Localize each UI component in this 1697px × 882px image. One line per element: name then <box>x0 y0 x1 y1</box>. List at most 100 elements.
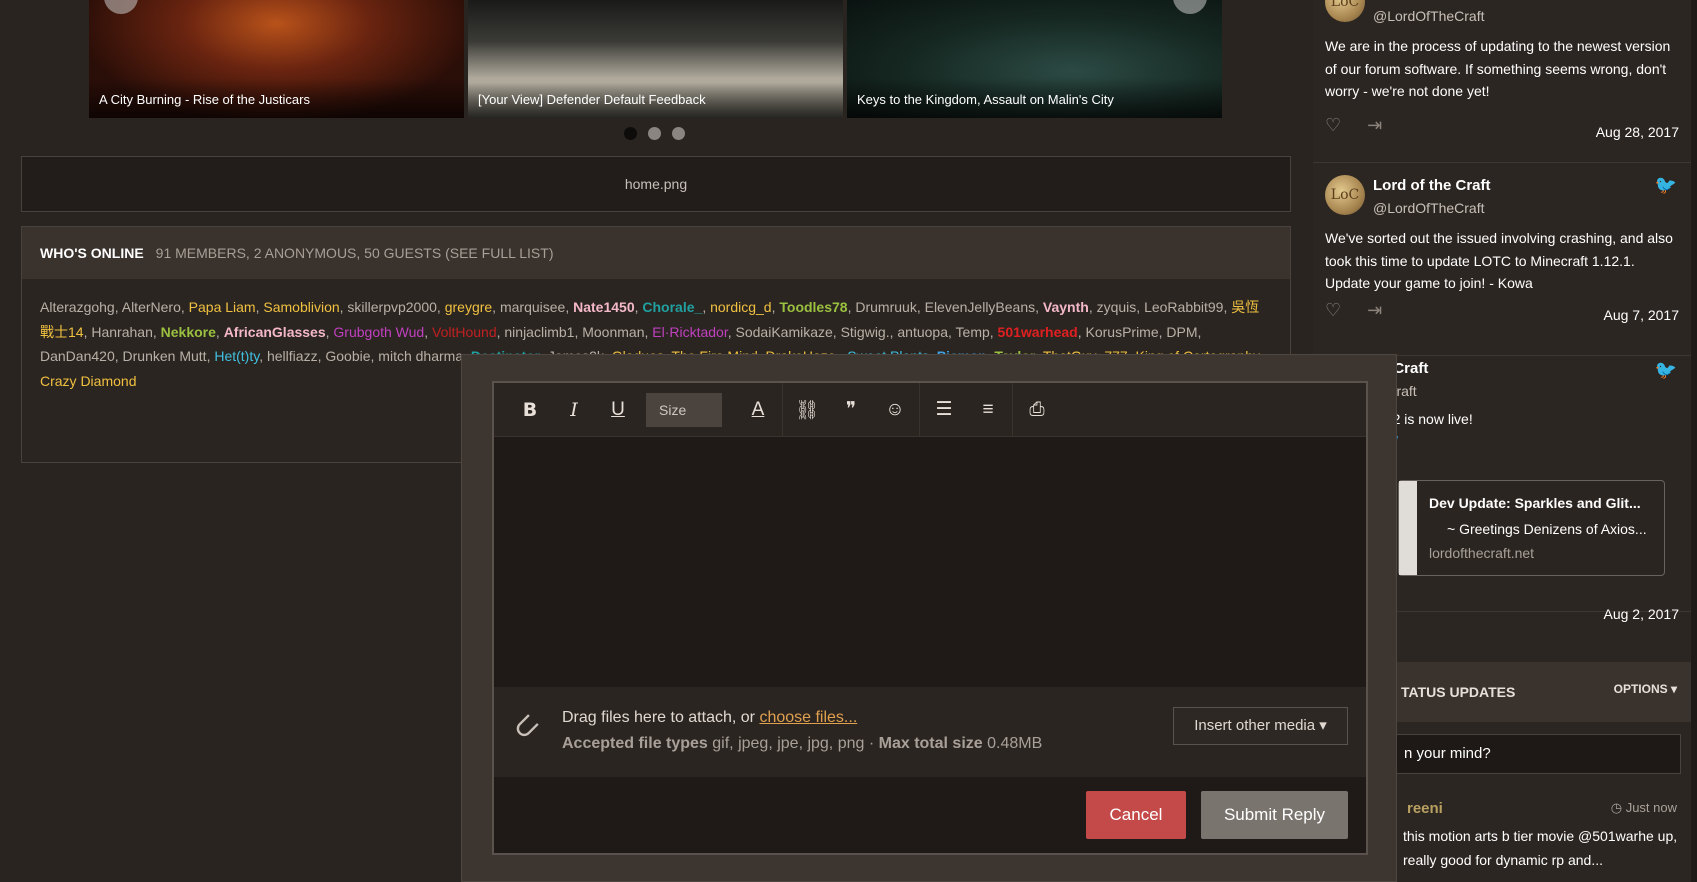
status-text: this motion arts b tier movie @501warhe … <box>1403 828 1678 868</box>
member-link[interactable]: ninjaclimb1 <box>504 324 574 340</box>
bold-button[interactable]: B <box>508 399 552 421</box>
carousel-slide[interactable]: Keys to the Kingdom, Assault on Malin's … <box>847 0 1222 118</box>
share-icon[interactable]: ⇥ <box>1367 300 1382 321</box>
twitter-bird-icon[interactable]: 🐦 <box>1655 360 1677 381</box>
link-icon[interactable]: ⛓ <box>785 398 829 422</box>
member-link[interactable]: Alterazgohg <box>40 299 115 315</box>
member-link[interactable]: Drunken Mutt <box>123 348 207 364</box>
editor-footer: Cancel Submit Reply <box>494 777 1366 847</box>
member-separator: , <box>989 323 998 340</box>
max-size-value: 0.48MB <box>987 735 1043 752</box>
member-link[interactable]: Moonman <box>582 324 644 340</box>
text-color-button[interactable]: A <box>736 399 780 421</box>
italic-button[interactable]: I <box>552 399 596 421</box>
tweet-date[interactable]: Aug 28, 2017 <box>1596 124 1679 140</box>
tweet-date[interactable]: Aug 2, 2017 <box>1603 606 1679 622</box>
member-separator: , <box>727 323 736 340</box>
member-link[interactable]: Papa Liam <box>189 299 256 315</box>
member-link[interactable]: marquisee <box>500 299 565 315</box>
message-textarea[interactable] <box>494 437 1366 687</box>
member-link[interactable]: zyquis <box>1097 299 1137 315</box>
slide-caption: Keys to the Kingdom, Assault on Malin's … <box>847 78 1222 118</box>
carousel-dot[interactable] <box>624 127 637 140</box>
member-link[interactable]: Goobie <box>325 348 370 364</box>
member-link[interactable]: nordicg_d <box>710 299 772 315</box>
member-link[interactable]: Samoblivion <box>263 299 339 315</box>
cancel-button[interactable]: Cancel <box>1086 791 1186 839</box>
member-link[interactable]: Crazy Diamond <box>40 373 136 389</box>
numbered-list-icon[interactable]: ≡ <box>966 399 1010 421</box>
link-preview-card[interactable]: Dev Update: Sparkles and Glit... ~ Greet… <box>1398 480 1665 576</box>
quote-icon[interactable]: ❞ <box>829 398 873 421</box>
insert-media-button[interactable]: Insert other media ▾ <box>1173 707 1348 745</box>
member-link[interactable]: VoltHound <box>432 324 497 340</box>
tweet-handle[interactable]: @LordOfTheCraft <box>1373 200 1484 216</box>
member-link[interactable]: ElevenJellyBeans <box>925 299 1036 315</box>
member-link[interactable]: LeoRabbit99 <box>1144 299 1223 315</box>
member-link[interactable]: Chorale_ <box>642 299 702 315</box>
image-filename-box: home.png <box>21 156 1291 212</box>
scroll-edge <box>1691 0 1697 882</box>
accepted-types: gif, jpeg, jpe, jpg, png <box>712 735 865 752</box>
slide-caption: A City Burning - Rise of the Justicars <box>89 78 464 118</box>
member-separator: , <box>1077 323 1086 340</box>
carousel-dot[interactable] <box>648 127 661 140</box>
tweet-handle[interactable]: @LordOfTheCraft <box>1373 8 1484 24</box>
tweet-text: We are in the process of updating to the… <box>1325 38 1671 99</box>
member-link[interactable]: SodaiKamikaze <box>736 324 833 340</box>
bullet-list-icon[interactable]: ☰ <box>922 398 966 421</box>
member-link[interactable]: hellfiazz <box>267 348 318 364</box>
member-link[interactable]: DPM <box>1166 324 1197 340</box>
avatar[interactable]: LoC <box>1325 0 1365 22</box>
member-link[interactable]: Grubgoth Wud <box>333 324 424 340</box>
tweet-date[interactable]: Aug 7, 2017 <box>1603 307 1679 323</box>
member-link[interactable]: AfricanGlasses <box>224 324 326 340</box>
share-icon[interactable]: ⇥ <box>1367 115 1382 136</box>
member-link[interactable]: Temp <box>956 324 990 340</box>
underline-button[interactable]: U <box>596 399 640 421</box>
member-separator: , <box>492 299 500 315</box>
preview-icon[interactable]: ⎙ <box>1015 399 1059 421</box>
member-link[interactable]: greygre <box>445 299 492 315</box>
font-size-select[interactable]: Size <box>646 392 722 427</box>
member-link[interactable]: Hanrahan <box>91 324 153 340</box>
member-link[interactable]: 501warhead <box>998 324 1078 340</box>
member-link[interactable]: Het(t)ty <box>214 348 259 364</box>
member-link[interactable]: Drumruuk <box>855 299 916 315</box>
member-link[interactable]: El·Ricktador <box>652 324 727 340</box>
member-link[interactable]: mitch dharma <box>378 348 463 364</box>
member-link[interactable]: skillerpvp2000 <box>347 299 437 315</box>
attach-text: Drag files here to attach, or <box>562 709 760 726</box>
avatar[interactable]: LoC <box>1325 175 1365 215</box>
attach-limits: Accepted file types gif, jpeg, jpe, jpg,… <box>562 735 1042 753</box>
tweet-author[interactable]: Lord of the Craft <box>1373 177 1491 194</box>
member-link[interactable]: Vaynth <box>1043 299 1089 315</box>
carousel-dot[interactable] <box>672 127 685 140</box>
whos-online-summary[interactable]: 91 MEMBERS, 2 ANONYMOUS, 50 GUESTS (SEE … <box>156 245 554 261</box>
smiley-icon[interactable]: ☺ <box>873 399 917 421</box>
toolbar-divider <box>919 382 920 437</box>
member-link[interactable]: antuopa <box>897 324 948 340</box>
toolbar-divider <box>1012 382 1013 437</box>
card-title: Dev Update: Sparkles and Glit... <box>1429 495 1641 511</box>
submit-reply-button[interactable]: Submit Reply <box>1201 791 1348 839</box>
member-link[interactable]: Nekkore <box>161 324 216 340</box>
member-link[interactable]: Stigwig. <box>841 324 890 340</box>
status-author[interactable]: reeni <box>1407 800 1443 817</box>
carousel-slide[interactable]: A City Burning - Rise of the Justicars <box>89 0 464 118</box>
member-link[interactable]: Nate1450 <box>573 299 635 315</box>
member-link[interactable]: Toodles78 <box>779 299 847 315</box>
choose-files-link[interactable]: choose files... <box>759 709 857 726</box>
twitter-bird-icon[interactable]: 🐦 <box>1655 175 1677 196</box>
member-link[interactable]: AlterNero <box>122 299 181 315</box>
heart-icon[interactable]: ♡ <box>1325 115 1341 136</box>
heart-icon[interactable]: ♡ <box>1325 300 1341 321</box>
member-separator: , <box>1136 299 1145 315</box>
options-dropdown[interactable]: OPTIONS ▾ <box>1614 682 1677 696</box>
member-separator: , <box>1035 299 1043 315</box>
member-link[interactable]: KorusPrime <box>1086 324 1159 340</box>
member-link[interactable]: DanDan420 <box>40 348 115 364</box>
carousel-slide[interactable]: [Your View] Defender Default Feedback <box>468 0 843 118</box>
status-input[interactable]: n your mind? <box>1393 734 1681 774</box>
member-separator: , <box>180 299 189 315</box>
